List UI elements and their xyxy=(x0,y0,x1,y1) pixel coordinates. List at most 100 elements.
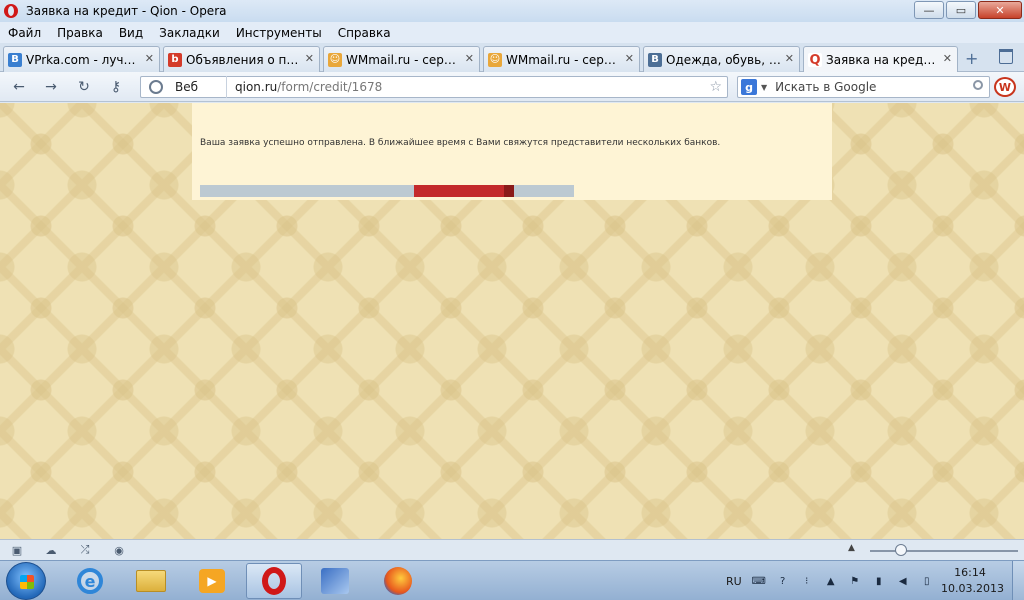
keyboard-icon[interactable]: ⌨ xyxy=(751,574,765,588)
firefox-icon xyxy=(384,567,412,595)
status-bar: ▣ ☁ ⤮ ◉ ▲ xyxy=(0,539,1024,560)
address-bar[interactable]: Веб qion.ru/form/credit/1678 ☆ xyxy=(140,76,728,98)
tool-app[interactable] xyxy=(307,563,363,599)
back-button[interactable]: ← xyxy=(10,78,28,96)
page-content: Ваша заявка успешно отправлена. В ближай… xyxy=(0,103,1024,539)
zoom-menu-icon[interactable]: ▲ xyxy=(848,543,855,553)
tab-close-icon[interactable]: ✕ xyxy=(305,52,314,65)
form-panel: Ваша заявка успешно отправлена. В ближай… xyxy=(192,103,832,200)
clock-time: 16:14 xyxy=(954,566,986,579)
progress-bar xyxy=(200,185,574,197)
tab-close-icon[interactable]: ✕ xyxy=(625,52,634,65)
forward-button[interactable]: → xyxy=(42,78,60,96)
menu-edit[interactable]: Правка xyxy=(55,26,111,40)
tab-qion-active[interactable]: Q Заявка на кредит - ... ✕ xyxy=(803,46,958,73)
taskbar: e ▶ RU ⌨ ? ⁝ ▲ ⚑ ▮ ◀ ▯ 16:14 10.03.2013 xyxy=(0,560,1024,600)
action-center-icon[interactable]: ⚑ xyxy=(848,574,862,588)
success-message: Ваша заявка успешно отправлена. В ближай… xyxy=(200,138,721,148)
window-controls: — ▭ ✕ xyxy=(914,1,1022,19)
show-desktop-button[interactable] xyxy=(1012,561,1024,600)
battery-icon[interactable]: ▯ xyxy=(920,574,934,588)
address-badge: Веб xyxy=(175,76,227,98)
tool-icon xyxy=(321,568,349,594)
url-path: /form/credit/1678 xyxy=(277,80,383,94)
media-player-icon: ▶ xyxy=(199,569,225,593)
tab-label: Заявка на кредит - ... xyxy=(826,53,942,67)
search-box[interactable]: g ▼ xyxy=(737,76,990,98)
vk-favicon-icon: B xyxy=(648,52,662,67)
tab-label: WMmail.ru - сервис... xyxy=(346,52,462,67)
tab-close-icon[interactable]: ✕ xyxy=(785,52,794,65)
tab-label: WMmail.ru - сервис... xyxy=(506,52,622,67)
new-tab-icon[interactable]: + xyxy=(965,49,978,68)
title-bar: Заявка на кредит - Qion - Opera — ▭ ✕ xyxy=(0,0,1024,22)
progress-fill xyxy=(414,185,514,197)
chevron-down-icon[interactable]: ▼ xyxy=(761,83,767,92)
network-icon[interactable]: ▮ xyxy=(872,574,886,588)
opera-app[interactable] xyxy=(246,563,302,599)
menu-bar: Файл Правка Вид Закладки Инструменты Спр… xyxy=(0,22,1024,43)
close-button[interactable]: ✕ xyxy=(978,1,1022,19)
tab-vprka[interactable]: B VPrka.com - лучша... ✕ xyxy=(3,46,160,72)
internet-explorer-app[interactable]: e xyxy=(62,563,118,599)
menu-tools[interactable]: Инструменты xyxy=(234,26,330,40)
globe-icon[interactable] xyxy=(149,80,163,94)
opera-unite-icon[interactable]: ☁ xyxy=(44,544,58,557)
opera-turbo-icon[interactable]: ⤮ xyxy=(78,543,92,556)
tab-close-icon[interactable]: ✕ xyxy=(465,52,474,65)
vprka-favicon-icon: B xyxy=(8,52,22,67)
search-input[interactable] xyxy=(775,80,966,94)
tab-wmmail-1[interactable]: ☺ WMmail.ru - сервис... ✕ xyxy=(323,46,480,72)
speed-dial-icon[interactable]: ◉ xyxy=(112,544,126,557)
menu-help[interactable]: Справка xyxy=(336,26,399,40)
wmmail-favicon-icon: ☺ xyxy=(488,52,502,67)
tab-label: VPrka.com - лучша... xyxy=(26,52,142,67)
volume-icon[interactable]: ◀ xyxy=(896,574,910,588)
explorer-app[interactable] xyxy=(123,563,179,599)
tray-expand-icon[interactable]: ▲ xyxy=(824,574,838,588)
opera-wand-icon[interactable]: W xyxy=(994,77,1016,97)
wmmail-favicon-icon: ☺ xyxy=(328,52,342,67)
clock[interactable]: 16:14 10.03.2013 xyxy=(941,565,1004,597)
tab-close-icon[interactable]: ✕ xyxy=(943,52,952,65)
tab-wmmail-2[interactable]: ☺ WMmail.ru - сервис... ✕ xyxy=(483,46,640,72)
firefox-app[interactable] xyxy=(370,563,426,599)
search-icon[interactable] xyxy=(973,80,983,90)
tab-close-icon[interactable]: ✕ xyxy=(145,52,154,65)
maximize-button[interactable]: ▭ xyxy=(946,1,976,19)
reload-button[interactable]: ↻ xyxy=(75,78,93,96)
key-icon[interactable]: ⚷ xyxy=(107,78,125,96)
trash-icon[interactable] xyxy=(999,49,1013,64)
internet-explorer-icon: e xyxy=(77,568,103,594)
tray-flag-icon[interactable]: ⁝ xyxy=(800,574,814,588)
window-title: Заявка на кредит - Qion - Opera xyxy=(26,4,227,18)
tab-bazar[interactable]: b Объявления о прод... ✕ xyxy=(163,46,320,72)
opera-logo-icon[interactable] xyxy=(4,4,18,18)
menu-bookmarks[interactable]: Закладки xyxy=(157,26,228,40)
help-icon[interactable]: ? xyxy=(776,574,790,588)
media-player-app[interactable]: ▶ xyxy=(184,563,240,599)
zoom-slider[interactable] xyxy=(870,550,1018,552)
url-host: qion.ru xyxy=(235,80,278,94)
qion-favicon-icon: Q xyxy=(808,52,822,68)
address-url[interactable]: qion.ru/form/credit/1678 xyxy=(235,80,382,94)
tab-label: Объявления о прод... xyxy=(186,52,302,67)
menu-view[interactable]: Вид xyxy=(117,26,151,40)
menu-file[interactable]: Файл xyxy=(6,26,49,40)
navigation-bar: ← → ↻ ⚷ Веб qion.ru/form/credit/1678 ☆ g… xyxy=(0,72,1024,102)
panel-toggle-icon[interactable]: ▣ xyxy=(10,544,24,557)
bookmark-star-icon[interactable]: ☆ xyxy=(709,79,722,95)
folder-icon xyxy=(136,570,166,592)
system-tray: RU ⌨ ? ⁝ ▲ ⚑ ▮ ◀ ▯ xyxy=(726,561,934,600)
start-button[interactable] xyxy=(6,562,46,600)
minimize-button[interactable]: — xyxy=(914,1,944,19)
opera-icon xyxy=(262,567,286,595)
tab-vk[interactable]: B Одежда, обувь, акс... ✕ xyxy=(643,46,800,72)
google-icon[interactable]: g xyxy=(741,79,757,95)
bazar-favicon-icon: b xyxy=(168,52,182,67)
tab-label: Одежда, обувь, акс... xyxy=(666,52,782,67)
zoom-slider-thumb[interactable] xyxy=(895,544,907,556)
tab-bar: B VPrka.com - лучша... ✕ b Объявления о … xyxy=(0,43,1024,73)
language-indicator[interactable]: RU xyxy=(726,575,742,588)
clock-date: 10.03.2013 xyxy=(941,582,1004,595)
